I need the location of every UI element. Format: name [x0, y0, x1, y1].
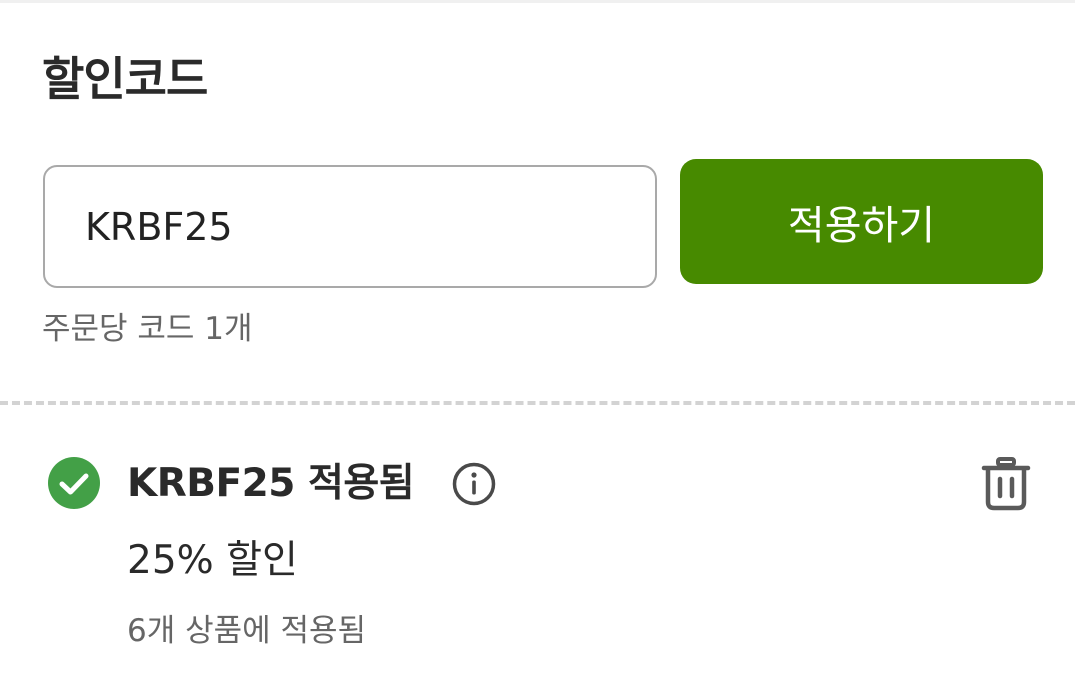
apply-button[interactable]: 적용하기	[680, 159, 1043, 284]
section-title: 할인코드	[42, 52, 208, 106]
trash-icon[interactable]	[978, 456, 1034, 512]
check-circle-icon	[48, 457, 100, 509]
applied-code-title: KRBF25 적용됨	[127, 461, 415, 506]
discount-amount: 25% 할인	[127, 538, 298, 583]
helper-text: 주문당 코드 1개	[42, 311, 253, 347]
dashed-divider	[0, 401, 1075, 405]
discount-code-input[interactable]	[43, 165, 657, 288]
top-border	[0, 0, 1075, 3]
applied-items-count: 6개 상품에 적용됨	[127, 613, 367, 649]
info-circle-icon[interactable]	[451, 461, 497, 507]
